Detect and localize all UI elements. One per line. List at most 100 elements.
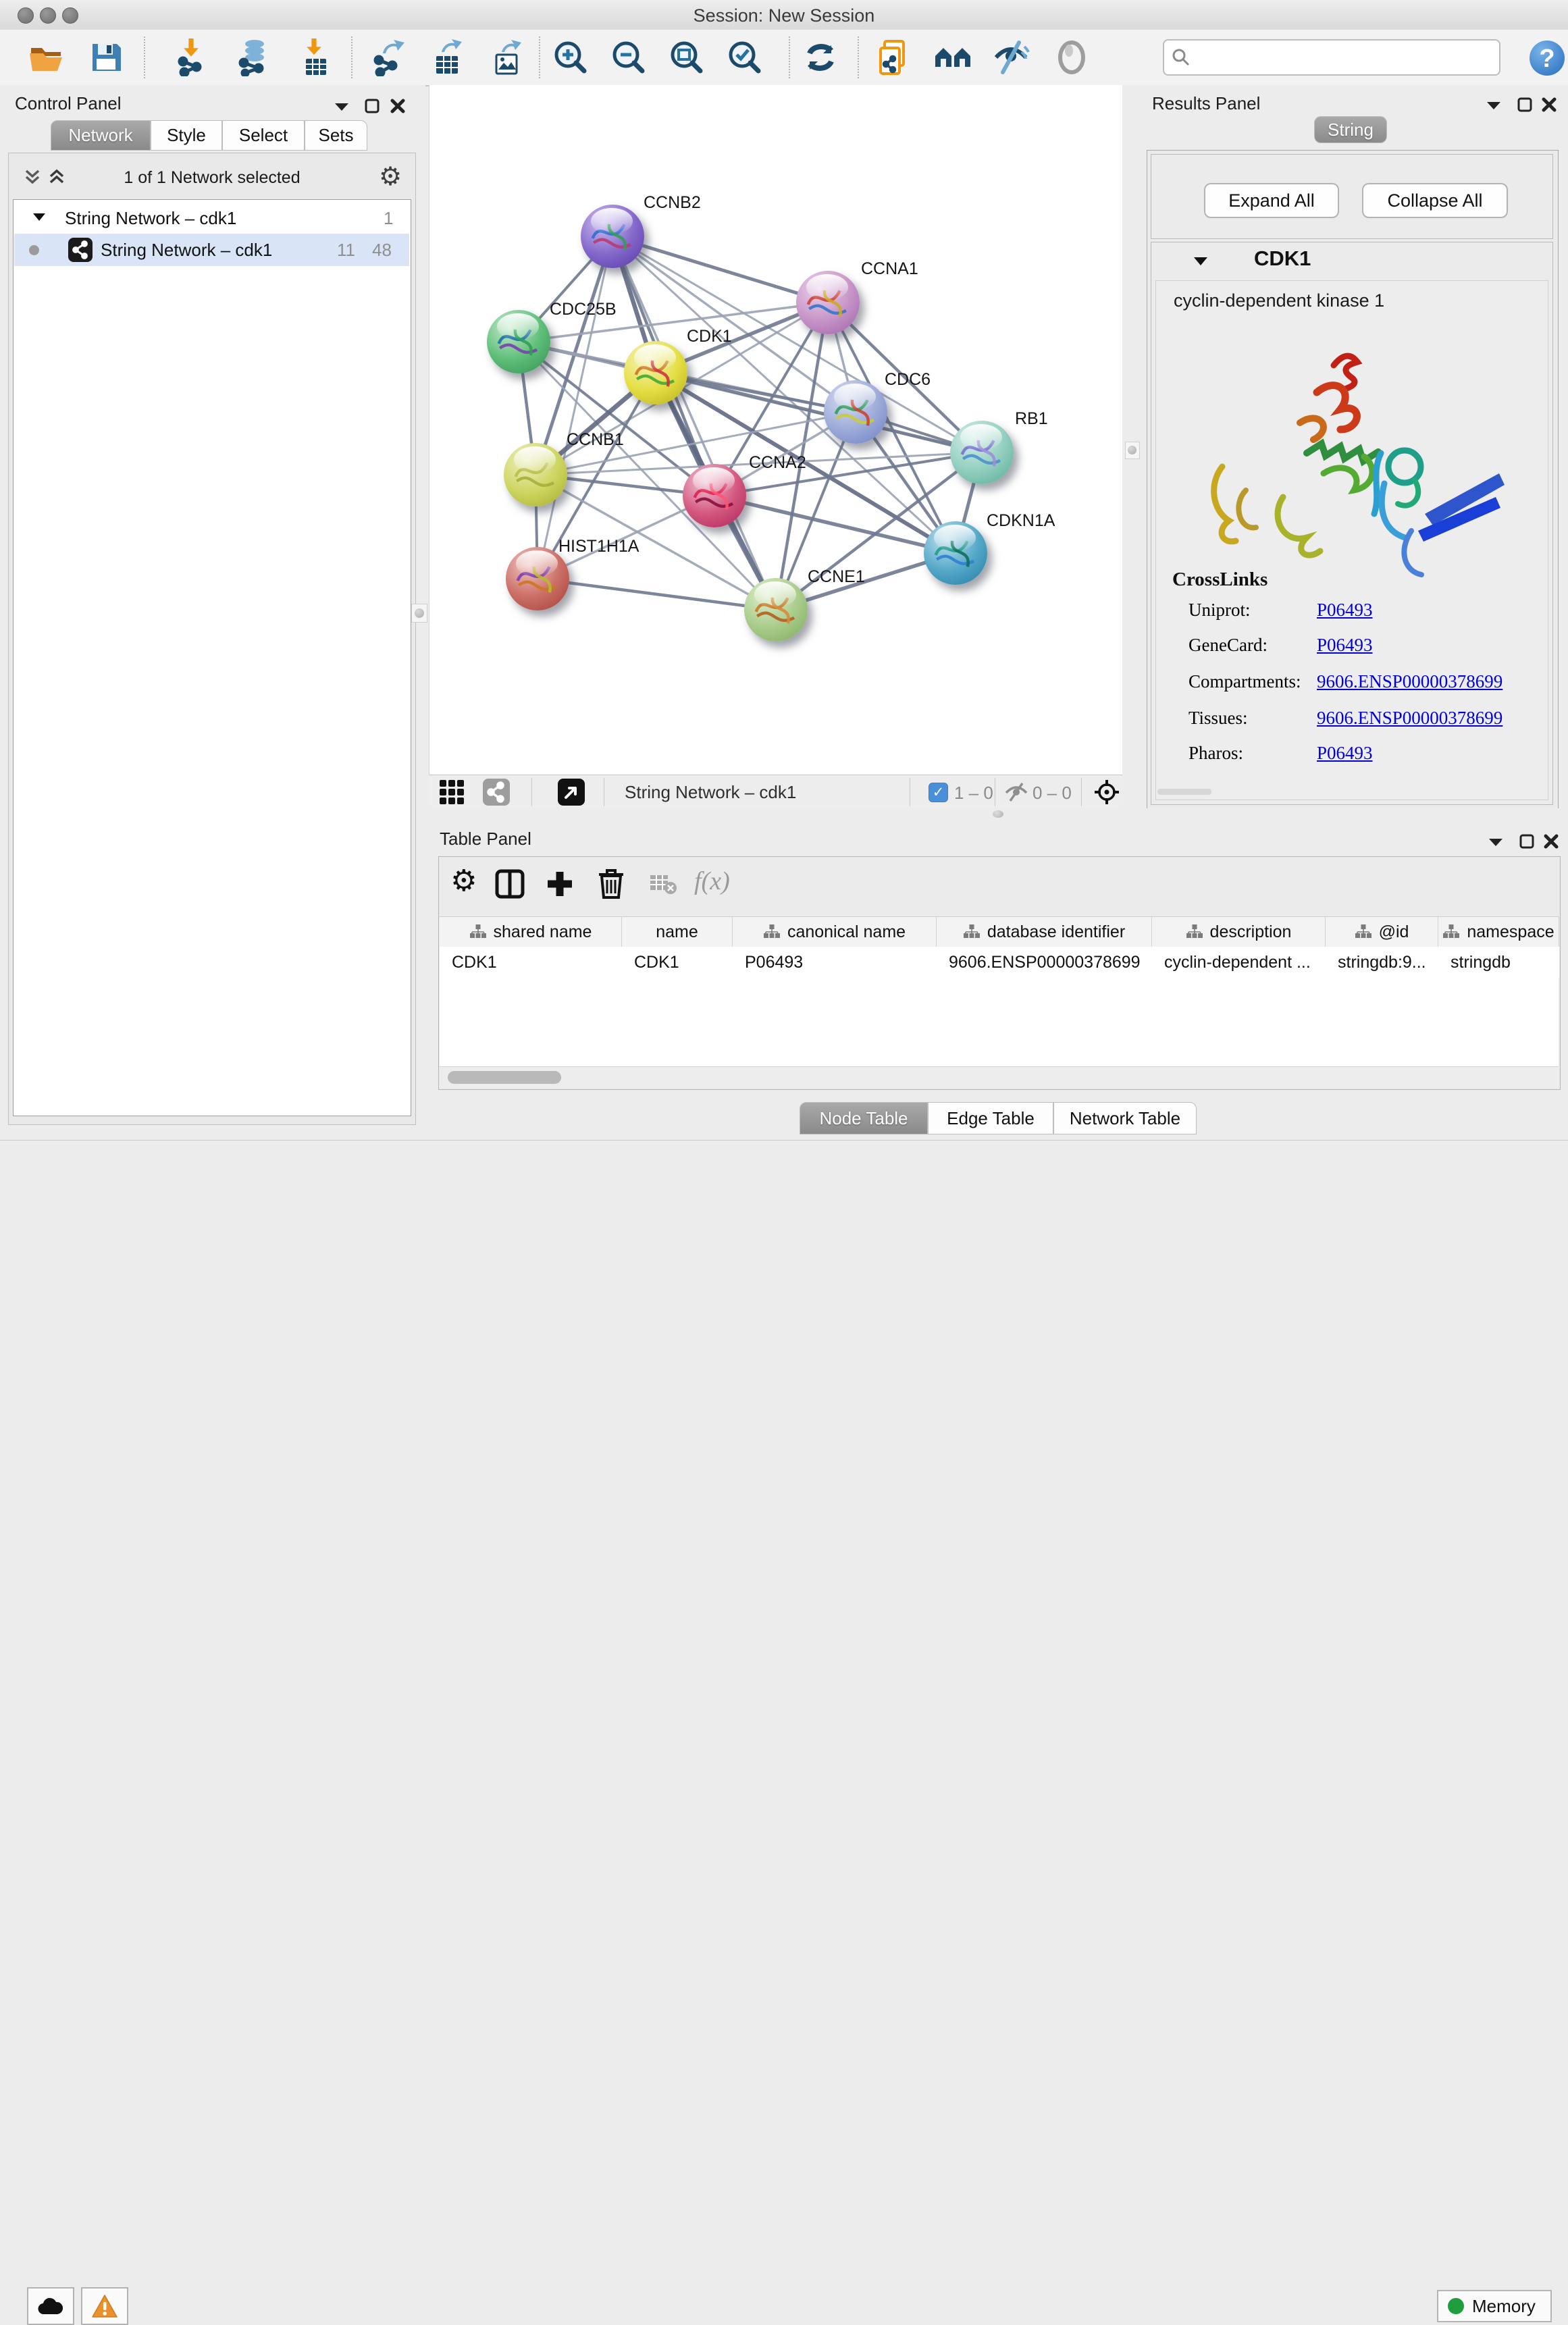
delete-table-icon[interactable] bbox=[650, 874, 677, 895]
entry-collapse-icon[interactable] bbox=[1193, 256, 1208, 266]
column-header--id[interactable]: @id bbox=[1326, 917, 1438, 947]
search-field[interactable] bbox=[1163, 39, 1500, 76]
collection-expand-icon[interactable] bbox=[32, 212, 46, 221]
graph-node-HIST1H1A[interactable] bbox=[506, 547, 569, 610]
export-table-icon[interactable] bbox=[427, 38, 465, 76]
warning-button[interactable] bbox=[81, 2287, 128, 2325]
tab-sets[interactable]: Sets bbox=[305, 120, 367, 151]
graph-node-CCNB1[interactable] bbox=[504, 443, 567, 506]
graph-node-CCNA1[interactable] bbox=[796, 271, 860, 334]
selected-checkbox-icon[interactable]: ✓ bbox=[929, 783, 948, 802]
results-scrollbar-stub[interactable] bbox=[1157, 789, 1211, 795]
close-panel-icon[interactable] bbox=[390, 98, 406, 114]
collapse-panel-icon[interactable] bbox=[334, 101, 350, 112]
graph-node-CDC25B[interactable] bbox=[487, 310, 550, 373]
tab-select[interactable]: Select bbox=[222, 120, 305, 151]
hidden-eye-icon[interactable] bbox=[1004, 781, 1028, 803]
tab-edge-table[interactable]: Edge Table bbox=[928, 1102, 1053, 1134]
hscrollbar-thumb[interactable] bbox=[448, 1071, 561, 1084]
save-session-icon[interactable] bbox=[87, 38, 125, 76]
column-header-shared-name[interactable]: shared name bbox=[440, 917, 622, 947]
help-icon[interactable]: ? bbox=[1529, 40, 1567, 78]
import-network-file-icon[interactable] bbox=[174, 38, 211, 76]
fit-content-crosshair-icon[interactable] bbox=[1093, 779, 1120, 806]
crosslink-value[interactable]: P06493 bbox=[1317, 600, 1373, 621]
tab-network-table[interactable]: Network Table bbox=[1053, 1102, 1197, 1134]
float-panel-icon[interactable] bbox=[364, 98, 380, 114]
manage-columns-icon[interactable] bbox=[495, 869, 525, 899]
zoom-fit-icon[interactable] bbox=[668, 38, 706, 76]
column-header-name[interactable]: name bbox=[622, 917, 733, 947]
clone-network-icon[interactable] bbox=[875, 38, 913, 76]
delete-row-icon[interactable] bbox=[596, 868, 626, 899]
column-header-database-identifier[interactable]: database identifier bbox=[937, 917, 1152, 947]
network-canvas[interactable]: CCNB2CCNA1CDC25BCDK1CDC6RB1CCNB1CCNA2CDK… bbox=[429, 85, 1123, 775]
close-panel-icon[interactable] bbox=[1541, 97, 1557, 113]
grid-view-icon[interactable] bbox=[439, 779, 465, 805]
function-builder-icon[interactable]: f(x) bbox=[694, 866, 730, 896]
cloud-button[interactable] bbox=[27, 2287, 74, 2325]
collapse-panel-icon[interactable] bbox=[1486, 100, 1502, 111]
table-cell[interactable]: stringdb bbox=[1438, 947, 1559, 978]
right-splitter-handle[interactable] bbox=[1125, 442, 1140, 459]
graph-node-CDK1[interactable] bbox=[624, 341, 687, 404]
column-header-canonical-name[interactable]: canonical name bbox=[733, 917, 937, 947]
graph-node-CDKN1A[interactable] bbox=[924, 521, 987, 585]
search-input[interactable] bbox=[1198, 43, 1499, 72]
expand-all-button[interactable]: Expand All bbox=[1204, 183, 1339, 218]
zoom-selected-icon[interactable] bbox=[726, 38, 764, 76]
import-table-icon[interactable] bbox=[295, 38, 333, 76]
add-row-icon[interactable] bbox=[545, 869, 575, 899]
export-image-icon[interactable] bbox=[487, 38, 525, 76]
graph-node-CCNB2[interactable] bbox=[581, 205, 644, 268]
float-panel-icon[interactable] bbox=[1519, 833, 1535, 850]
crosslink-value[interactable]: P06493 bbox=[1317, 743, 1373, 764]
table-hscrollbar[interactable] bbox=[440, 1066, 1559, 1089]
float-panel-icon[interactable] bbox=[1517, 97, 1533, 113]
import-network-database-icon[interactable] bbox=[234, 38, 272, 76]
graph-node-RB1[interactable] bbox=[950, 421, 1014, 484]
zoom-in-icon[interactable] bbox=[552, 38, 590, 76]
left-splitter-handle[interactable] bbox=[411, 604, 427, 623]
right-splitter[interactable] bbox=[1122, 85, 1141, 820]
memory-button[interactable]: Memory bbox=[1437, 2290, 1552, 2322]
column-header-namespace[interactable]: namespace bbox=[1438, 917, 1559, 947]
crosslink-value[interactable]: 9606.ENSP00000378699 bbox=[1317, 708, 1502, 729]
apply-layout-icon[interactable] bbox=[802, 38, 839, 76]
table-cell[interactable]: P06493 bbox=[733, 947, 937, 978]
network-row-selected[interactable]: String Network – cdk1 11 48 bbox=[14, 234, 409, 266]
first-neighbors-icon[interactable] bbox=[934, 38, 972, 76]
collapse-panel-icon[interactable] bbox=[1488, 837, 1504, 847]
network-collection-row[interactable]: String Network – cdk1 1 bbox=[14, 203, 409, 234]
tab-style[interactable]: Style bbox=[151, 120, 222, 151]
column-header-description[interactable]: description bbox=[1152, 917, 1326, 947]
string-results-tab[interactable]: String bbox=[1314, 116, 1387, 143]
crosslink-value[interactable]: 9606.ENSP00000378699 bbox=[1317, 671, 1502, 692]
table-cell[interactable]: 9606.ENSP00000378699 bbox=[937, 947, 1152, 978]
network-options-gear-icon[interactable]: ⚙ bbox=[379, 161, 402, 192]
crosslinks-title: CrossLinks bbox=[1172, 569, 1268, 591]
close-panel-icon[interactable] bbox=[1543, 833, 1559, 850]
horizontal-splitter[interactable] bbox=[429, 808, 1568, 820]
table-cell[interactable]: stringdb:9... bbox=[1326, 947, 1438, 978]
open-session-icon[interactable] bbox=[27, 38, 65, 76]
table-cell[interactable]: CDK1 bbox=[440, 947, 622, 978]
table-gear-icon[interactable]: ⚙ bbox=[450, 864, 477, 898]
table-cell[interactable]: CDK1 bbox=[622, 947, 733, 978]
export-network-icon[interactable] bbox=[369, 38, 407, 76]
show-all-icon[interactable] bbox=[1053, 38, 1091, 76]
table-cell[interactable]: cyclin-dependent ... bbox=[1152, 947, 1326, 978]
table-row[interactable]: CDK1CDK1P064939606.ENSP00000378699cyclin… bbox=[440, 947, 1559, 978]
network-view-share-icon[interactable] bbox=[483, 779, 510, 806]
tab-node-table[interactable]: Node Table bbox=[800, 1102, 928, 1134]
toolbar-separator bbox=[858, 36, 859, 78]
zoom-out-icon[interactable] bbox=[610, 38, 648, 76]
graph-node-CCNE1[interactable] bbox=[744, 578, 808, 642]
graph-node-CDC6[interactable] bbox=[824, 380, 887, 444]
annotation-mode-icon[interactable] bbox=[558, 779, 585, 806]
crosslink-value[interactable]: P06493 bbox=[1317, 635, 1373, 656]
graph-node-CCNA2[interactable] bbox=[683, 464, 746, 527]
collapse-all-button[interactable]: Collapse All bbox=[1362, 183, 1508, 218]
hide-selection-icon[interactable] bbox=[992, 38, 1030, 76]
tab-network[interactable]: Network bbox=[51, 120, 151, 151]
